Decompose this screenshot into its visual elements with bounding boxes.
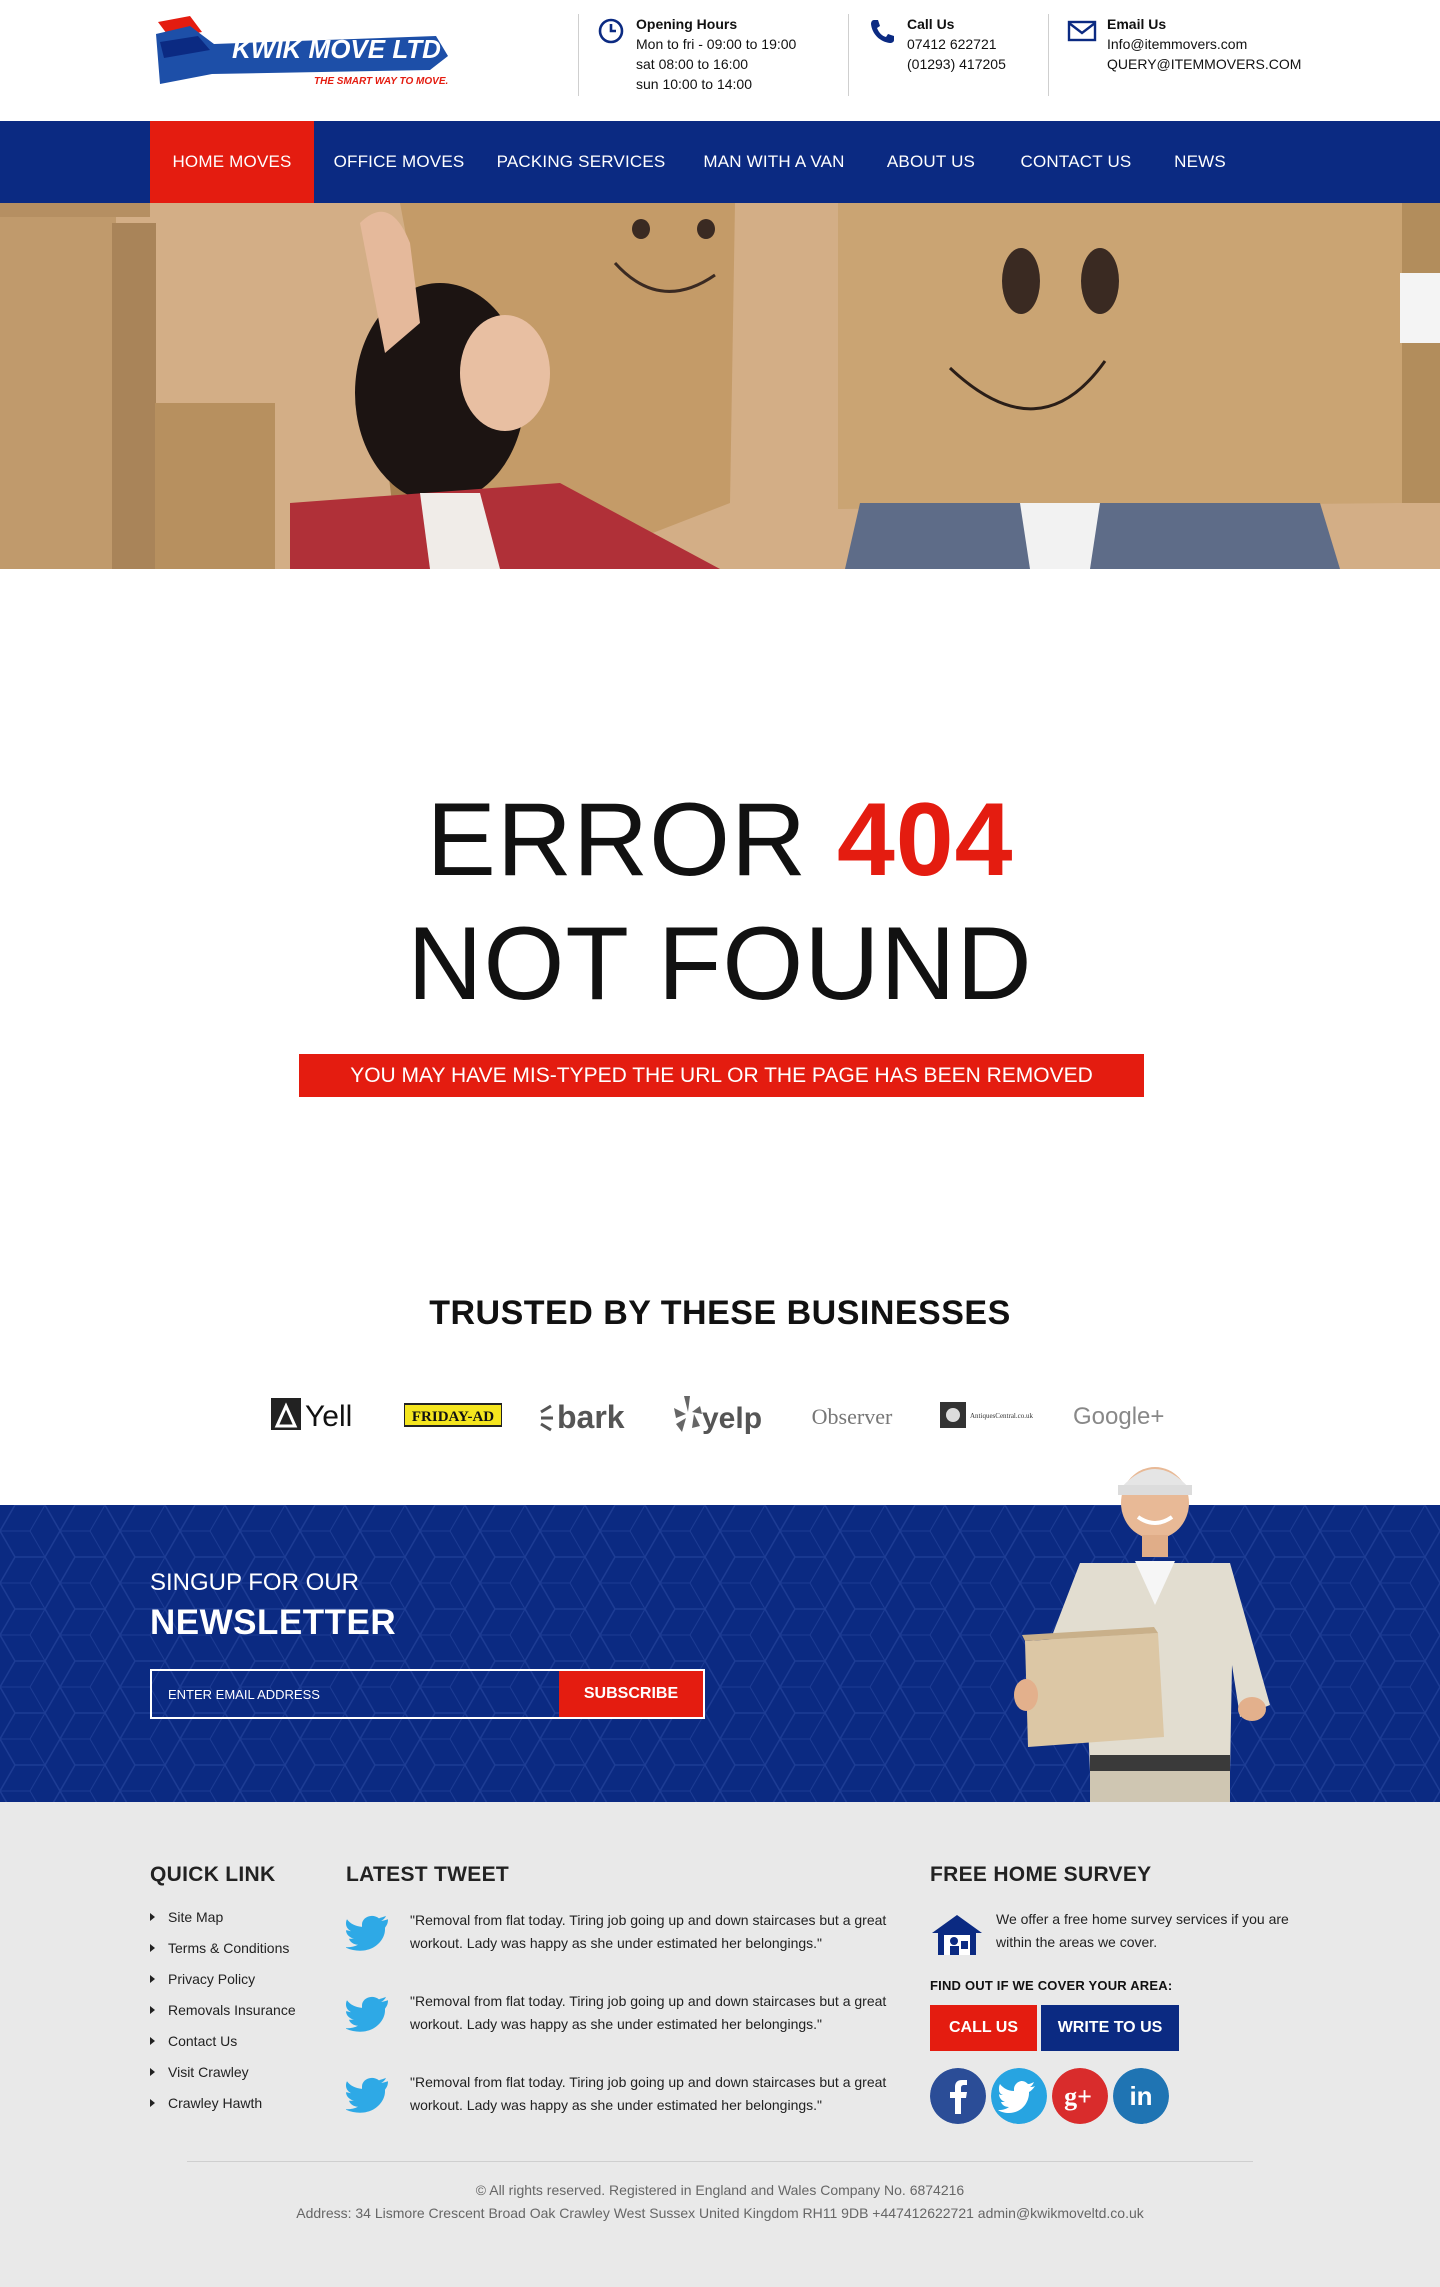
error-message: YOU MAY HAVE MIS-TYPED THE URL OR THE PA… <box>299 1054 1144 1097</box>
nav-item-packing-services[interactable]: PACKING SERVICES <box>492 121 670 203</box>
yell-logo[interactable]: Yell <box>271 1392 371 1436</box>
tweet-text: "Removal from flat today. Tiring job goi… <box>410 1912 887 1951</box>
logo-text: KWIK MOVE LTD <box>232 34 441 64</box>
find-out-label: FIND OUT IF WE COVER YOUR AREA: <box>930 1978 1173 1993</box>
antiques-central-logo[interactable]: AntiquesCentral.co.uk <box>938 1392 1036 1436</box>
hours-title: Opening Hours <box>636 16 738 32</box>
linkedin-icon[interactable]: in <box>1113 2068 1169 2124</box>
tweet-item: "Removal from flat today. Tiring job goi… <box>346 1909 906 1959</box>
kwik-move-logo[interactable]: KWIK MOVE LTD THE SMART WAY TO MOVE. <box>150 12 450 90</box>
quick-link-privacy[interactable]: Privacy Policy <box>150 1971 255 1987</box>
delivery-man-image <box>1014 1467 1270 1802</box>
quick-link-visit-crawley[interactable]: Visit Crawley <box>150 2064 249 2080</box>
survey-text: We offer a free home survey services if … <box>996 1911 1289 1950</box>
twitter-icon[interactable] <box>991 2068 1047 2124</box>
trusted-title: TRUSTED BY THESE BUSINESSES <box>429 1294 1011 1332</box>
caret-right-icon <box>150 2068 155 2076</box>
main-nav: HOME MOVES OFFICE MOVES PACKING SERVICES… <box>0 121 1440 203</box>
quick-link-crawley-hawth[interactable]: Crawley Hawth <box>150 2095 262 2111</box>
error-heading: ERROR 404 <box>0 780 1440 900</box>
brand-name: AntiquesCentral.co.uk <box>970 1412 1033 1420</box>
quick-link-site-map[interactable]: Site Map <box>150 1909 223 1925</box>
hours-line: sun 10:00 to 14:00 <box>636 76 752 92</box>
tweet-text: "Removal from flat today. Tiring job goi… <box>410 1993 887 2032</box>
email-address[interactable]: Info@itemmovers.com <box>1107 34 1301 54</box>
phone-icon <box>871 20 894 43</box>
hours-line: sat 08:00 to 16:00 <box>636 56 749 72</box>
svg-text:in: in <box>1129 2081 1152 2111</box>
subscribe-button[interactable]: SUBSCRIBE <box>559 1671 703 1717</box>
error-code: 404 <box>836 782 1014 898</box>
bark-logo[interactable]: bark <box>537 1392 637 1436</box>
error-prefix: ERROR <box>426 782 808 898</box>
brand-name: bark <box>557 1399 625 1435</box>
address-text: Address: 34 Lismore Crescent Broad Oak C… <box>296 2205 1144 2221</box>
copyright-text: © All rights reserved. Registered in Eng… <box>475 2182 965 2198</box>
divider <box>848 14 849 96</box>
envelope-icon <box>1067 20 1097 42</box>
twitter-bird-icon <box>346 1996 388 2032</box>
call-title: Call Us <box>907 16 955 32</box>
friday-ad-logo[interactable]: FRIDAY-AD <box>404 1392 502 1436</box>
newsletter-kicker: SINGUP FOR OUR <box>150 1569 359 1596</box>
nav-item-news[interactable]: NEWS <box>1164 121 1236 203</box>
nav-item-contact-us[interactable]: CONTACT US <box>1004 121 1148 203</box>
caret-right-icon <box>150 1944 155 1952</box>
top-header: KWIK MOVE LTD THE SMART WAY TO MOVE. Ope… <box>0 0 1440 121</box>
caret-right-icon <box>150 2006 155 2014</box>
brand-name: Google+ <box>1073 1403 1164 1430</box>
caret-right-icon <box>150 2099 155 2107</box>
email-address[interactable]: QUERY@ITEMMOVERS.COM <box>1107 54 1301 74</box>
error-subtitle: NOT FOUND <box>407 906 1033 1022</box>
email-title: Email Us <box>1107 16 1167 32</box>
facebook-icon[interactable] <box>930 2068 986 2124</box>
newsletter-form: SUBSCRIBE <box>150 1669 705 1719</box>
phone-number[interactable]: (01293) 417205 <box>907 54 1006 74</box>
clock-icon <box>598 18 624 44</box>
latest-tweet-title: LATEST TWEET <box>346 1863 510 1886</box>
twitter-bird-icon <box>346 1915 388 1951</box>
tweet-item: "Removal from flat today. Tiring job goi… <box>346 2071 906 2121</box>
yelp-logo[interactable]: yelp <box>672 1392 768 1436</box>
caret-right-icon <box>150 1975 155 1983</box>
brand-name: Observer <box>812 1404 893 1429</box>
quick-link-insurance[interactable]: Removals Insurance <box>150 2002 296 2018</box>
nav-item-office-moves[interactable]: OFFICE MOVES <box>324 121 474 203</box>
footer-divider <box>187 2161 1253 2162</box>
hours-line: Mon to fri - 09:00 to 19:00 <box>636 36 797 52</box>
house-icon <box>932 1915 982 1955</box>
quick-link-contact[interactable]: Contact Us <box>150 2033 237 2049</box>
brand-name: FRIDAY-AD <box>412 1409 494 1425</box>
google-plus-logo[interactable]: Google+ <box>1071 1392 1169 1436</box>
newsletter-email-input[interactable] <box>152 1671 559 1717</box>
caret-right-icon <box>150 2037 155 2045</box>
observer-logo[interactable]: Observer <box>804 1392 900 1436</box>
nav-item-man-with-a-van[interactable]: MAN WITH A VAN <box>690 121 858 203</box>
svg-text:g+: g+ <box>1064 2082 1092 2111</box>
google-plus-icon[interactable]: g+ <box>1052 2068 1108 2124</box>
divider <box>578 14 579 96</box>
divider <box>1048 14 1049 96</box>
caret-right-icon <box>150 1913 155 1921</box>
hero-banner-image <box>0 203 1440 569</box>
brand-name: Yell <box>305 1400 352 1433</box>
tweet-item: "Removal from flat today. Tiring job goi… <box>346 1990 906 2040</box>
nav-item-home-moves[interactable]: HOME MOVES <box>150 121 314 203</box>
call-us-button[interactable]: CALL US <box>930 2005 1037 2051</box>
twitter-bird-icon <box>346 2077 388 2113</box>
newsletter-title: NEWSLETTER <box>150 1603 397 1642</box>
tweet-text: "Removal from flat today. Tiring job goi… <box>410 2074 887 2113</box>
write-to-us-button[interactable]: WRITE TO US <box>1041 2005 1179 2051</box>
brand-name: yelp <box>702 1402 762 1435</box>
phone-number[interactable]: 07412 622721 <box>907 34 1006 54</box>
logo-tagline: THE SMART WAY TO MOVE. <box>314 76 448 87</box>
survey-title: FREE HOME SURVEY <box>930 1863 1152 1886</box>
quick-link-terms[interactable]: Terms & Conditions <box>150 1940 289 1956</box>
nav-item-about-us[interactable]: ABOUT US <box>876 121 986 203</box>
quick-link-title: QUICK LINK <box>150 1863 276 1886</box>
